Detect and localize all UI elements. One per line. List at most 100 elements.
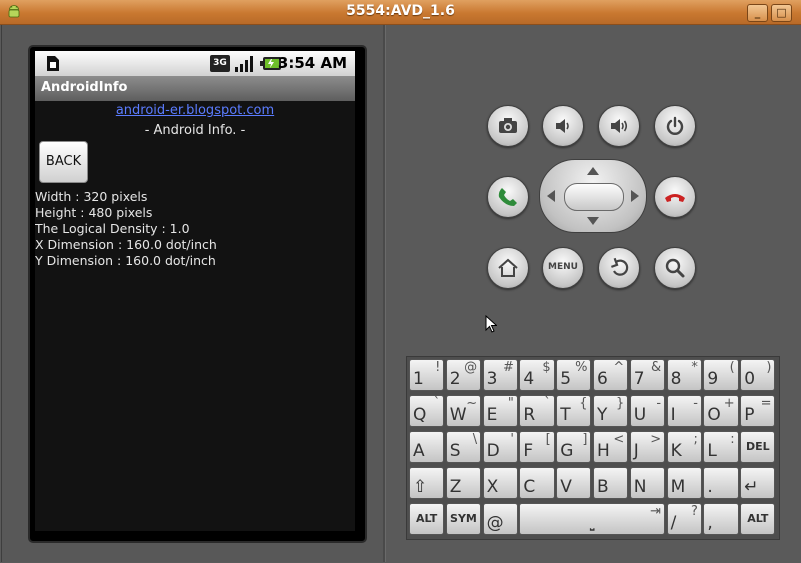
key-4-5[interactable]: , xyxy=(703,503,739,535)
key-3-3[interactable]: C xyxy=(519,467,555,499)
volume-down-button[interactable] xyxy=(542,105,584,147)
key-1-6[interactable]: U- xyxy=(629,395,666,427)
volume-down-icon xyxy=(556,119,569,133)
volume-up-button[interactable] xyxy=(598,105,640,147)
key-2-6[interactable]: J > xyxy=(629,431,666,463)
key-label: K xyxy=(670,441,682,461)
key-alt-label: ; xyxy=(693,432,698,447)
app-title-bar: AndroidInfo xyxy=(35,76,355,101)
search-button[interactable] xyxy=(654,247,696,289)
key-label: @ xyxy=(486,513,504,533)
key-1-5[interactable]: Y} xyxy=(593,395,629,427)
key-label: 8 xyxy=(670,369,682,389)
key-label: R xyxy=(523,405,536,425)
key-label: Z xyxy=(449,477,462,497)
key-0-5[interactable]: 6 ^ xyxy=(593,359,629,391)
back-key-button[interactable] xyxy=(598,247,640,289)
key-2-1[interactable]: S \ xyxy=(445,431,482,463)
status-bar[interactable]: 3G 3:54 AM xyxy=(35,51,355,76)
key-alt-label: ' xyxy=(510,432,514,447)
key-3-2[interactable]: X xyxy=(482,467,518,499)
key-2-9[interactable]: DEL xyxy=(740,431,776,463)
key-label: X xyxy=(486,477,499,497)
key-0-1[interactable]: 2 @ xyxy=(445,359,482,391)
key-1-9[interactable]: P = xyxy=(740,395,776,427)
key-0-2[interactable]: 3 # xyxy=(482,359,518,391)
back-button[interactable]: BACK xyxy=(39,141,88,183)
key-3-9[interactable]: ↵ xyxy=(740,467,776,499)
key-4-0[interactable]: ALT xyxy=(409,503,445,535)
key-4-1[interactable]: SYM xyxy=(445,503,482,535)
key-alt-label: @ xyxy=(464,360,478,375)
key-0-9[interactable]: 0) xyxy=(740,359,776,391)
dpad-center-button[interactable] xyxy=(564,183,624,211)
key-alt-label: ` xyxy=(433,396,441,411)
key-2-3[interactable]: F[ xyxy=(519,431,555,463)
call-button[interactable] xyxy=(487,176,529,218)
key-alt-label: ) xyxy=(766,360,772,375)
key-label: 3 xyxy=(486,369,498,389)
key-label: , xyxy=(707,513,713,533)
key-0-4[interactable]: 5% xyxy=(556,359,592,391)
volume-up-icon xyxy=(611,119,628,133)
end-call-button[interactable] xyxy=(654,176,696,218)
key-0-8[interactable]: 9( xyxy=(703,359,739,391)
key-2-7[interactable]: K; xyxy=(666,431,702,463)
key-3-7[interactable]: M xyxy=(666,467,702,499)
key-3-5[interactable]: B xyxy=(593,467,629,499)
key-3-6[interactable]: N xyxy=(629,467,666,499)
key-1-3[interactable]: R ` xyxy=(519,395,555,427)
key-2-4[interactable]: G] xyxy=(556,431,592,463)
key-2-0[interactable]: A xyxy=(409,431,445,463)
key-1-4[interactable]: T{ xyxy=(556,395,592,427)
menu-button[interactable]: MENU xyxy=(542,247,584,289)
key-label: A xyxy=(413,441,425,461)
key-1-0[interactable]: Q ` xyxy=(409,395,445,427)
key-2-2[interactable]: D ' xyxy=(482,431,518,463)
sim-icon xyxy=(47,56,59,71)
controls-pane: MENU 1! 2 @3 #4 $5% 6 ^ 7 & 8 * 9(0) Q ` W ~ E " R ` T{Y} U - I… xyxy=(386,25,801,562)
key-4-4[interactable]: /? xyxy=(666,503,702,535)
dpad[interactable] xyxy=(539,159,647,233)
maximize-button-visible[interactable]: □ xyxy=(771,4,792,22)
key-1-2[interactable]: E " xyxy=(482,395,518,427)
blog-link[interactable]: android-er.blogspot.com xyxy=(35,103,355,118)
key-label: T xyxy=(560,405,571,425)
key-3-4[interactable]: V xyxy=(556,467,592,499)
key-2-5[interactable]: H < xyxy=(593,431,629,463)
camera-button[interactable] xyxy=(487,105,529,147)
dpad-left-icon[interactable] xyxy=(546,189,556,203)
key-2-8[interactable]: L: xyxy=(703,431,739,463)
key-0-7[interactable]: 8 * xyxy=(666,359,702,391)
key-alt-label: * xyxy=(691,360,698,375)
key-label: J xyxy=(633,441,639,461)
info-subtitle: - Android Info. - xyxy=(144,123,246,138)
dpad-right-icon[interactable] xyxy=(630,189,640,203)
info-ydpi: Y Dimension : 160.0 dot/inch xyxy=(35,253,216,268)
power-button[interactable] xyxy=(654,105,696,147)
key-alt-label: # xyxy=(502,360,514,375)
minimize-button[interactable]: _ xyxy=(747,4,768,22)
signal-icon xyxy=(235,56,253,72)
key-label: O xyxy=(707,405,721,425)
info-width: Width : 320 pixels xyxy=(35,189,148,204)
key-1-1[interactable]: W ~ xyxy=(445,395,482,427)
key-label: 9 xyxy=(707,369,719,389)
key-3-0[interactable]: ⇧ xyxy=(409,467,445,499)
key-4-3[interactable]: ⎵ ⇥ xyxy=(519,503,666,535)
key-1-7[interactable]: I- xyxy=(666,395,702,427)
key-0-3[interactable]: 4 $ xyxy=(519,359,555,391)
key-0-6[interactable]: 7 & xyxy=(629,359,666,391)
key-3-8[interactable]: . xyxy=(703,467,739,499)
key-4-2[interactable]: @ xyxy=(482,503,518,535)
key-0-0[interactable]: 1! xyxy=(409,359,445,391)
device-screen[interactable]: 3G 3:54 AM AndroidInfo android-er.blogsp… xyxy=(35,51,355,531)
key-1-8[interactable]: O + xyxy=(703,395,739,427)
dpad-up-icon[interactable] xyxy=(586,166,600,176)
window-titlebar[interactable]: 5554:AVD_1.6 _ □ xyxy=(0,0,801,25)
key-3-1[interactable]: Z xyxy=(445,467,482,499)
home-button[interactable] xyxy=(487,247,529,289)
key-4-6[interactable]: ALT xyxy=(740,503,776,535)
dpad-down-icon[interactable] xyxy=(586,216,600,226)
phone-end-icon xyxy=(665,194,685,202)
